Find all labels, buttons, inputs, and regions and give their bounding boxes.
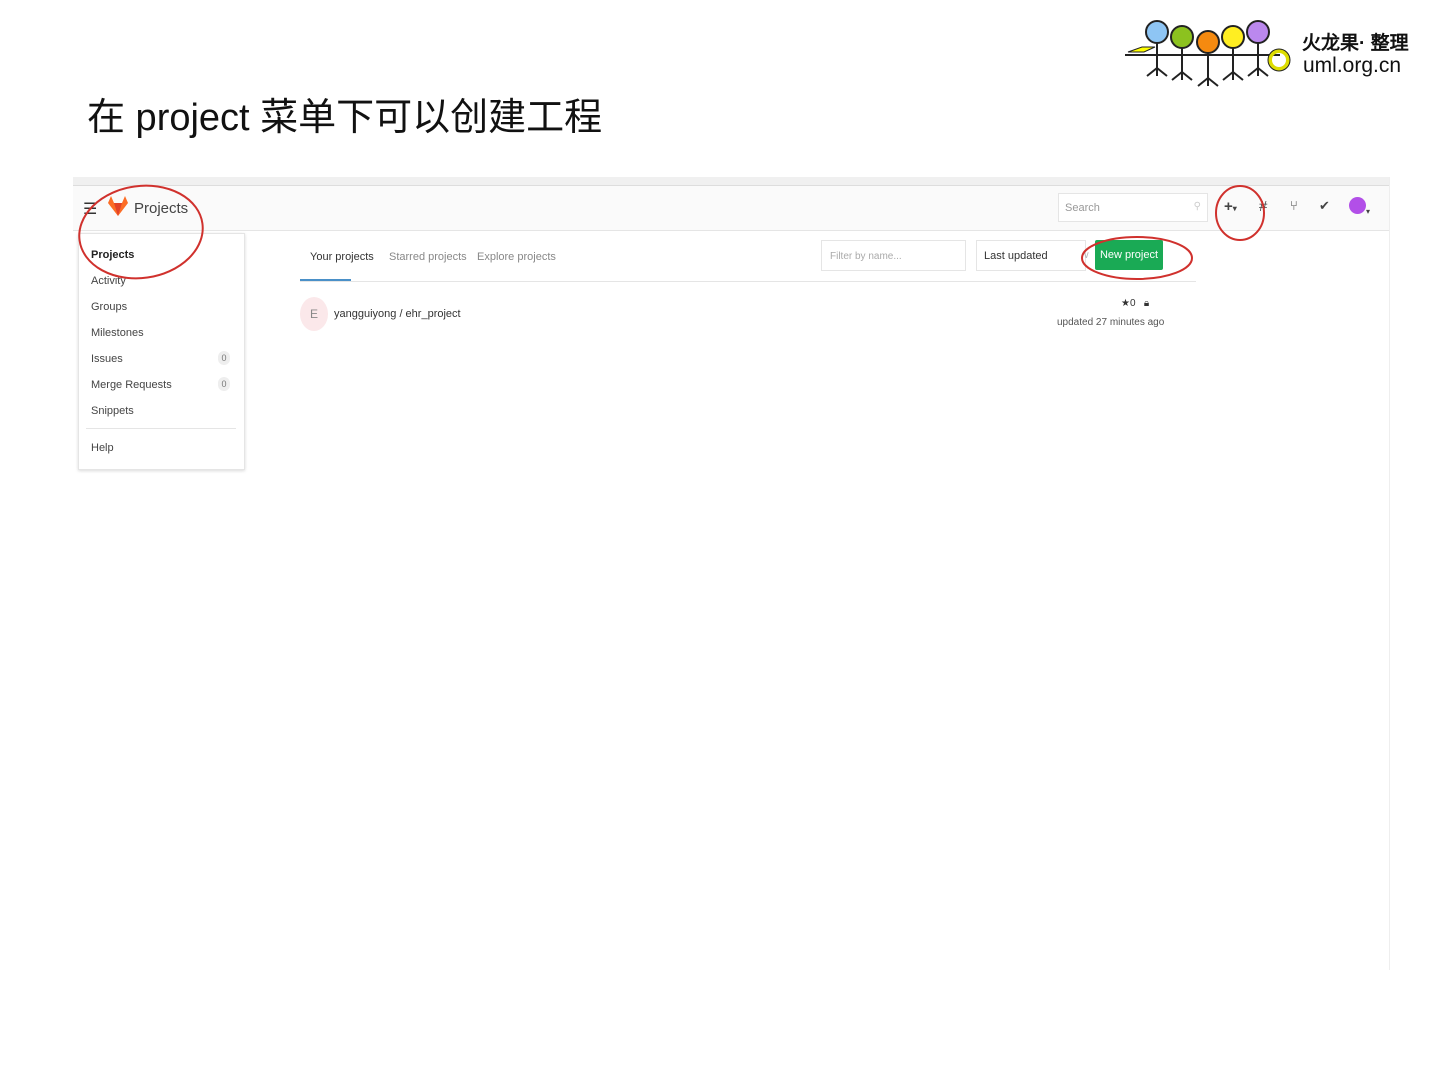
menu-divider [86,428,236,429]
project-avatar: E [300,297,328,331]
hamburger-menu-icon[interactable]: ☰ [83,199,97,219]
lock-icon: 🔒︎ [1143,298,1150,309]
menu-item-issues[interactable]: Issues [91,353,123,365]
star-icon: ★ [1121,298,1130,309]
slide-title: 在 project 菜单下可以创建工程 [87,97,603,139]
search-input[interactable]: Search ⚲ [1058,193,1208,222]
project-updated-time: updated 27 minutes ago [1057,317,1165,328]
gitlab-screenshot: ☰ Projects Search ⚲ +▾ # ⑂ ✔ ▾ Projects A… [73,177,1390,970]
search-icon: ⚲ [1193,201,1201,212]
menu-item-projects[interactable]: Projects [91,249,134,261]
search-placeholder: Search [1065,202,1100,214]
menu-item-help[interactable]: Help [91,442,114,454]
navbar: ☰ Projects Search ⚲ +▾ # ⑂ ✔ ▾ [73,186,1389,231]
logo-text: 火龙果· 整理 [1302,33,1409,54]
filter-by-name-input[interactable]: Filter by name... [821,240,966,271]
project-name-link[interactable]: yangguiyong / ehr_project [334,308,461,320]
active-tab-indicator [300,279,351,281]
new-project-button[interactable]: New project [1095,240,1163,270]
menu-item-activity[interactable]: Activity [91,275,126,287]
tab-your-projects[interactable]: Your projects [310,251,374,263]
issues-hash-icon[interactable]: # [1259,198,1267,215]
merge-request-icon[interactable]: ⑂ [1290,198,1298,213]
browser-bookmark-bar [73,177,1389,186]
uml-logo-icon [1125,20,1291,87]
tab-starred-projects[interactable]: Starred projects [389,251,467,263]
sort-value: Last updated [984,250,1048,262]
navbar-title: Projects [134,200,189,217]
menu-item-groups[interactable]: Groups [91,301,127,313]
todo-check-icon[interactable]: ✔ [1319,198,1330,214]
menu-item-merge-requests[interactable]: Merge Requests [91,379,172,391]
logo-url: uml.org.cn [1303,54,1402,77]
chevron-down-icon: ∨ [1082,250,1090,261]
gitlab-logo-icon[interactable] [107,195,129,217]
sort-select[interactable]: Last updated ∨ [976,240,1090,271]
menu-item-snippets[interactable]: Snippets [91,405,134,417]
star-count: 0 [1129,298,1136,309]
merge-requests-count-badge: 0 [218,377,230,391]
user-avatar-icon[interactable]: ▾ [1349,197,1370,218]
issues-count-badge: 0 [218,351,230,365]
projects-dropdown-menu: Projects Activity Groups Milestones Issu… [78,233,245,470]
menu-item-milestones[interactable]: Milestones [91,327,144,339]
project-stats: ★0 🔒︎ [1121,298,1149,309]
plus-dropdown-icon[interactable]: +▾ [1224,198,1237,215]
tab-explore-projects[interactable]: Explore projects [477,251,556,263]
